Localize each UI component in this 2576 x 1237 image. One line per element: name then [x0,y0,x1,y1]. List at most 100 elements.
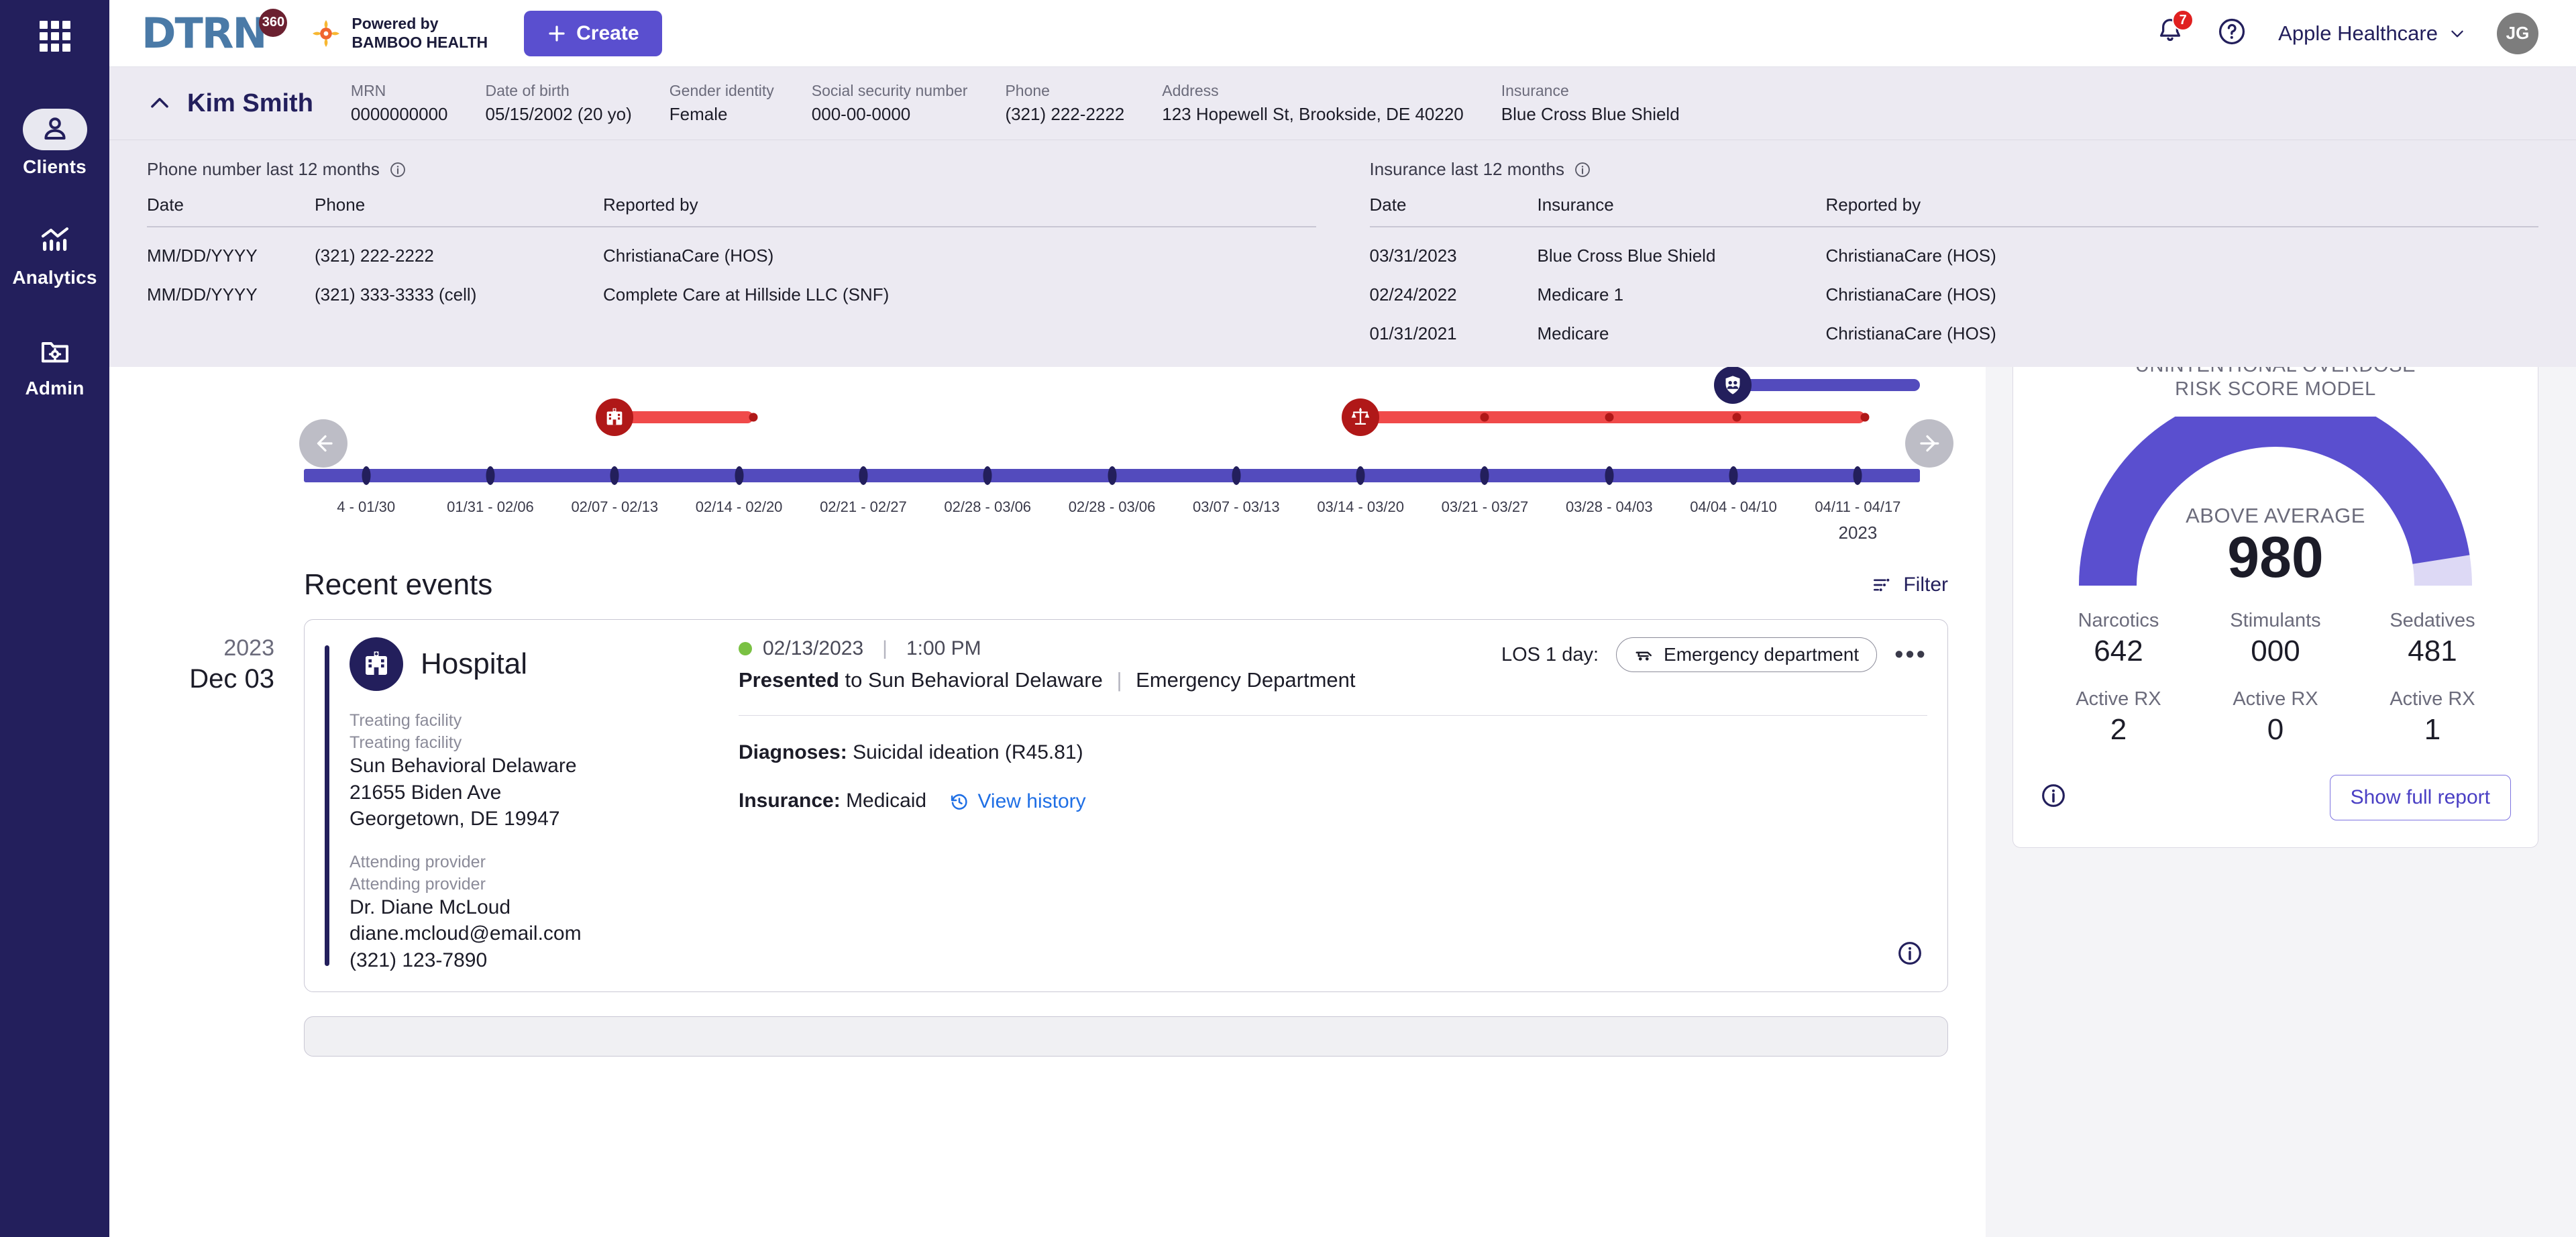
organization-selector[interactable]: Apple Healthcare [2278,21,2466,46]
sidebar-item-clients-pill [22,109,87,150]
event-card-facility-column: Hospital Treating facility Treating faci… [350,637,725,974]
cell-date: 01/31/2021 [1369,323,1457,343]
recent-events-header: Recent events Filter [109,548,1986,619]
risk-card-footer: Show full report [2040,774,2511,820]
cell-reported-by: ChristianaCare (HOS) [1825,284,1996,305]
risk-gauge-label: ABOVE AVERAGE [2186,504,2365,528]
card-info-icon[interactable] [1896,940,1923,970]
table-row: 03/31/2023 Blue Cross Blue Shield Christ… [1370,227,2539,266]
info-circle-icon[interactable] [389,161,407,178]
risk-score-title: UNINTENTIONAL OVERDOSE RISK SCORE MODEL [2135,367,2416,402]
insurance-history-title-row: Insurance last 12 months [1370,159,2539,180]
filter-button[interactable]: Filter [1871,574,1948,596]
view-history-link[interactable]: View history [949,790,1086,813]
timeline-bucket-label: 02/28 - 03/06 [944,498,1032,515]
attending-provider-phone: (321) 123-7890 [350,949,488,971]
risk-info-icon[interactable] [2040,782,2067,812]
metric-sub-label: Active RX [2390,688,2475,710]
sidebar-item-admin[interactable]: Admin [0,330,109,399]
topbar-actions: 7 Apple Healthcare JG [2155,9,2538,54]
event-card-detail-column: 02/13/2023 | 1:00 PM Presented to Sun Be… [725,637,1927,974]
field-label: Date of birth [485,82,570,99]
timeline-next-button[interactable] [1905,419,1953,468]
diagnoses-row: Diagnoses: Suicidal ideation (R45.81) [739,741,1927,764]
organization-name: Apple Healthcare [2278,21,2438,45]
person-icon [44,117,66,140]
timeline-tick [735,466,743,485]
folder-gear-icon [41,342,68,363]
event-card-accent-bar [325,645,329,966]
user-avatar[interactable]: JG [2497,12,2538,54]
timeline-event-bar-hospital[interactable] [614,411,758,423]
timeline-tick [983,466,992,485]
question-circle-icon [2219,18,2245,45]
field-label: Phone [1005,82,1050,99]
event-date-gutter-partial [109,992,304,1057]
metric-sub-label: Active RX [2076,688,2161,710]
grid-apps-icon[interactable] [36,17,74,55]
timeline-event-point [1480,413,1489,422]
timeline-event-bar-legal[interactable] [1360,411,1870,423]
event-card-partial[interactable] [304,1016,1948,1057]
timeline-tick [1480,466,1489,485]
metric-sub-value: 1 [2424,712,2441,746]
encounter-type-pill[interactable]: Emergency department [1616,637,1878,672]
patient-field-dob: Date of birth 05/15/2002 (20 yo) [486,82,632,125]
metric-label: Narcotics [2078,609,2159,631]
legal-scales-icon [1351,408,1370,425]
insurance-value: Medicaid [846,790,927,812]
timeline-tick [1356,466,1365,485]
timeline-bucket-label: 03/07 - 03/13 [1193,498,1280,515]
timeline-event-point [1605,413,1614,422]
powered-by-text: Powered by BAMBOO HEALTH [352,15,488,51]
risk-title-line1: UNINTENTIONAL OVERDOSE [2135,367,2416,376]
sidebar-item-analytics[interactable]: Analytics [0,219,109,288]
attending-provider-name: Dr. Diane McLoud [350,896,511,918]
patient-collapse-toggle[interactable]: Kim Smith [147,89,313,118]
metric-value: 000 [2251,634,2300,667]
diagnoses-value: Suicidal ideation (R45.81) [853,741,1083,763]
timeline-marker-legal[interactable] [1342,398,1379,436]
patient-header-bar: Kim Smith MRN 0000000000 Date of birth 0… [109,67,2576,140]
arrow-left-circle-icon [317,435,333,452]
more-options-icon[interactable]: ••• [1894,642,1927,667]
patient-field-phone: Phone (321) 222-2222 [1005,82,1124,125]
column-header: Reported by [603,195,1316,227]
insurance-history-table: Date Insurance Reported by 03/31/2023 Bl… [1369,195,2539,344]
column-header: Reported by [1825,195,2538,227]
info-circle-icon[interactable] [1574,161,1591,178]
treating-facility-label-secondary: Treating facility [350,733,462,752]
column-header: Phone [315,195,603,227]
timeline-bucket-label: 01/31 - 02/06 [447,498,534,515]
attending-provider-email: diane.mcloud@email.com [350,922,582,945]
metric-sub-label: Active RX [2233,688,2318,710]
treating-facility-label: Treating facility [350,711,462,730]
event-date-year: 2023 [223,635,274,661]
insurance-history-title: Insurance last 12 months [1369,159,1565,179]
create-button[interactable]: Create [524,10,662,56]
timeline-prev-button[interactable] [299,419,347,468]
dtrn-logo[interactable]: DTRN 360 [142,8,288,54]
powered-by-line2: BAMBOO HEALTH [352,33,488,51]
timeline-marker-people[interactable] [1713,367,1752,404]
show-full-report-button[interactable]: Show full report [2329,774,2511,820]
los-label: LOS 1 day: [1501,643,1599,665]
timeline-bucket-label: 02/21 - 02/27 [820,498,907,515]
timeline-event-bar-navy[interactable] [1732,379,1920,391]
cell-phone: (321) 222-2222 [315,246,434,266]
timeline-bucket-label: 03/21 - 03/27 [1441,498,1529,515]
app-root: Clients Analytics Admin DTRN 360 Powered… [0,0,2576,1237]
notifications-button[interactable]: 7 [2155,9,2194,50]
phone-history-title: Phone number last 12 months [147,159,380,179]
sidebar-item-clients[interactable]: Clients [0,109,109,178]
cell-date: MM/DD/YYYY [147,246,258,266]
field-value: 123 Hopewell St, Brookside, DE 40220 [1162,104,1464,124]
field-value: 000-00-0000 [811,104,911,124]
presented-facility: to Sun Behavioral Delaware [845,668,1103,692]
sidebar-item-label: Analytics [12,267,97,288]
help-button[interactable] [2216,16,2247,50]
timeline-marker-hospital[interactable] [596,398,634,436]
patient-field-gender: Gender identity Female [669,82,774,125]
content-area: 4 - 01/30 01/31 - 02/06 02/07 - 02/13 02… [109,367,2576,1237]
event-card-hospital[interactable]: Hospital Treating facility Treating faci… [304,619,1948,992]
